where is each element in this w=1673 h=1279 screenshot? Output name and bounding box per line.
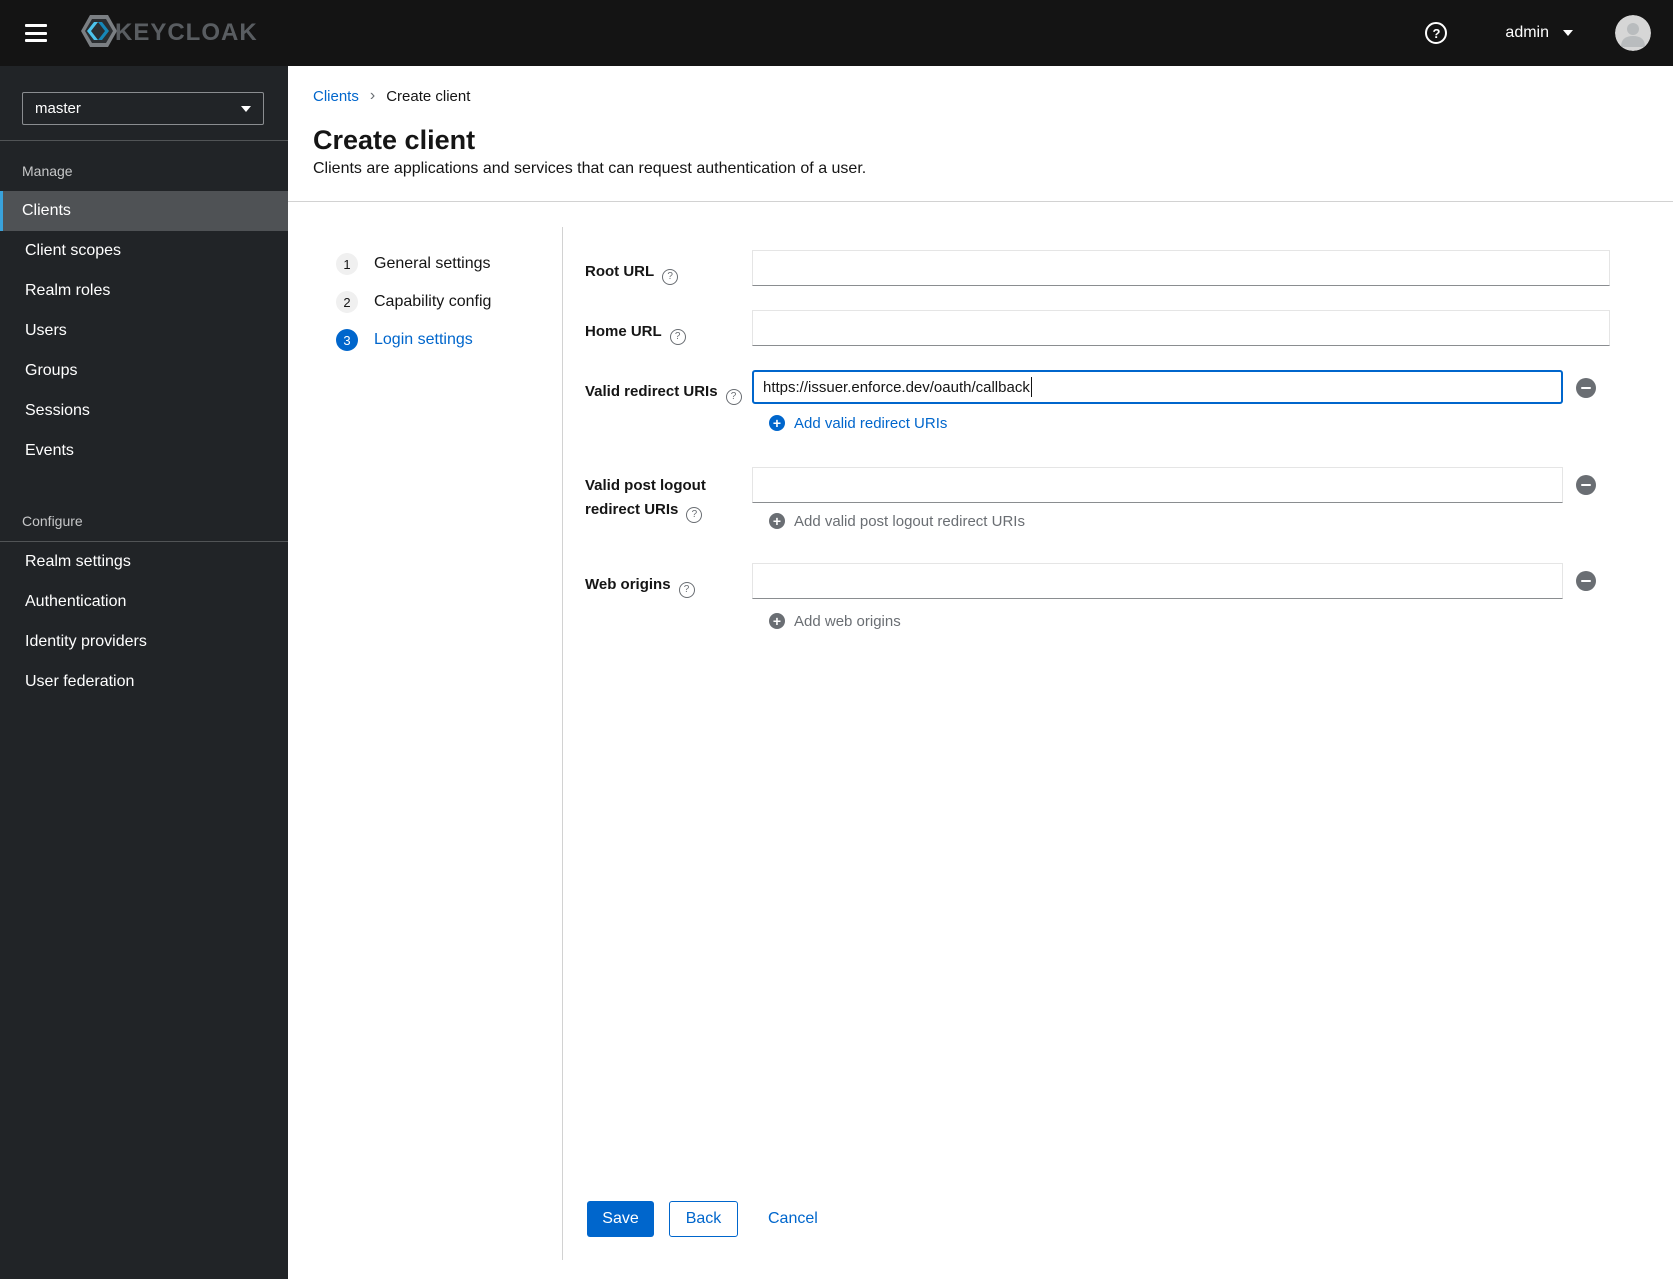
breadcrumb-current: Create client <box>386 87 471 105</box>
breadcrumb-separator-icon: › <box>369 87 376 104</box>
help-icon[interactable]: ? <box>678 582 695 598</box>
add-post-logout-redirect-uris-button[interactable]: + Add valid post logout redirect URIs <box>769 512 1025 530</box>
add-web-origins-button[interactable]: + Add web origins <box>769 612 901 630</box>
create-client-wizard: 1 General settings 2 Capability config 3… <box>288 202 1673 1279</box>
post-logout-redirect-uris-input[interactable] <box>752 467 1563 503</box>
text-cursor <box>1030 377 1032 397</box>
web-origins-label: Web origins? <box>585 573 695 598</box>
sidebar-item-realm-settings[interactable]: Realm settings <box>0 542 288 582</box>
page-title: Create client <box>313 125 476 155</box>
add-valid-redirect-uris-button[interactable]: + Add valid redirect URIs <box>769 414 947 432</box>
realm-name: master <box>35 100 81 117</box>
valid-redirect-uri-value: https://issuer.enforce.dev/oauth/callbac… <box>763 378 1030 396</box>
valid-redirect-uris-input[interactable]: https://issuer.enforce.dev/oauth/callbac… <box>752 370 1563 404</box>
valid-redirect-uris-label: Valid redirect URIs? <box>585 380 742 405</box>
help-icon[interactable]: ? <box>662 269 679 285</box>
nav-section-configure: Configure <box>22 513 83 529</box>
avatar[interactable] <box>1615 15 1651 51</box>
breadcrumb: Clients › Create client <box>313 87 470 105</box>
web-origins-input[interactable] <box>752 563 1563 599</box>
sidebar-item-identity-providers[interactable]: Identity providers <box>0 622 288 662</box>
sidebar-item-realm-roles[interactable]: Realm roles <box>0 271 288 311</box>
sidebar-item-client-scopes[interactable]: Client scopes <box>0 231 288 271</box>
realm-selector[interactable]: master <box>22 92 264 125</box>
sidebar: master Manage Clients Client scopes Real… <box>0 66 288 1279</box>
root-url-input[interactable] <box>752 250 1610 286</box>
sidebar-item-clients[interactable]: Clients <box>0 191 288 231</box>
nav-list-manage: Clients Client scopes Realm roles Users … <box>0 191 288 471</box>
help-icon[interactable]: ? <box>725 389 742 405</box>
nav-list-configure: Realm settings Authentication Identity p… <box>0 542 288 702</box>
sidebar-item-users[interactable]: Users <box>0 311 288 351</box>
help-icon[interactable]: ? <box>1425 22 1448 44</box>
nav-section-manage: Manage <box>22 163 73 179</box>
keycloak-brand: KEYCLOAK <box>77 9 258 58</box>
page-header: Clients › Create client Create client Cl… <box>288 66 1673 202</box>
remove-web-origin-button[interactable] <box>1576 571 1596 591</box>
sidebar-item-user-federation[interactable]: User federation <box>0 662 288 702</box>
plus-circle-icon: + <box>769 613 785 629</box>
user-dropdown[interactable]: admin <box>1505 24 1573 42</box>
masthead-toolbar: ? admin <box>1425 15 1673 51</box>
sidebar-item-sessions[interactable]: Sessions <box>0 391 288 431</box>
post-logout-redirect-uris-label: Valid post logout redirect URIs? <box>585 474 706 523</box>
remove-post-logout-uri-button[interactable] <box>1576 475 1596 495</box>
back-button[interactable]: Back <box>669 1201 738 1237</box>
home-url-input[interactable] <box>752 310 1610 346</box>
sidebar-item-groups[interactable]: Groups <box>0 351 288 391</box>
save-button[interactable]: Save <box>587 1201 654 1237</box>
root-url-label: Root URL? <box>585 260 679 285</box>
masthead: KEYCLOAK ? admin <box>0 0 1673 66</box>
cancel-button[interactable]: Cancel <box>754 1201 832 1237</box>
remove-redirect-uri-button[interactable] <box>1576 378 1596 398</box>
hamburger-menu-icon[interactable] <box>25 24 47 42</box>
home-url-label: Home URL? <box>585 320 686 345</box>
caret-down-icon <box>241 105 251 112</box>
sidebar-item-events[interactable]: Events <box>0 431 288 471</box>
breadcrumb-clients-link[interactable]: Clients <box>313 88 359 105</box>
brand-name: KEYCLOAK <box>115 19 258 46</box>
plus-circle-icon: + <box>769 415 785 431</box>
page-subtitle: Clients are applications and services th… <box>313 160 867 177</box>
caret-down-icon <box>1563 30 1573 36</box>
username: admin <box>1505 24 1549 41</box>
sidebar-item-authentication[interactable]: Authentication <box>0 582 288 622</box>
login-settings-form: Root URL? Home URL? Valid redirect URIs?… <box>288 202 1673 1279</box>
sidebar-divider <box>0 140 288 141</box>
plus-circle-icon: + <box>769 513 785 529</box>
help-icon[interactable]: ? <box>686 507 703 523</box>
keycloak-admin-console: KEYCLOAK ? admin master Manage Clients C… <box>0 0 1673 1279</box>
main-content: Clients › Create client Create client Cl… <box>288 66 1673 1279</box>
help-icon[interactable]: ? <box>669 329 686 345</box>
